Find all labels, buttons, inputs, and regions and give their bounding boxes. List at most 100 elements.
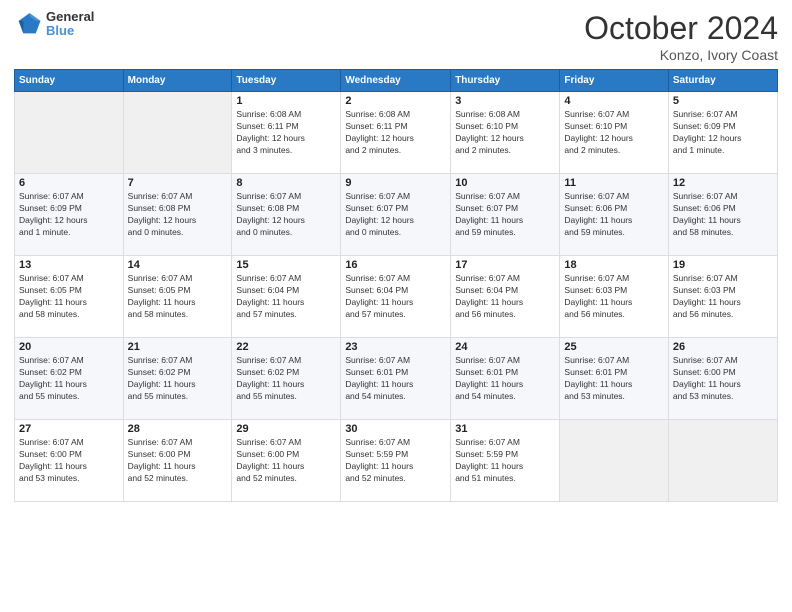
day-number: 11: [564, 177, 663, 189]
logo-text: General Blue: [46, 10, 94, 39]
header-day-monday: Monday: [123, 70, 232, 92]
calendar-cell: 1 Sunrise: 6:08 AMSunset: 6:11 PMDaylight…: [232, 92, 341, 174]
location: Konzo, Ivory Coast: [584, 47, 778, 63]
cell-info: Sunrise: 6:07 AMSunset: 6:00 PMDaylight:…: [236, 437, 336, 485]
day-number: 13: [19, 259, 119, 271]
calendar-table: SundayMondayTuesdayWednesdayThursdayFrid…: [14, 69, 778, 502]
header-day-thursday: Thursday: [451, 70, 560, 92]
day-number: 12: [673, 177, 773, 189]
cell-info: Sunrise: 6:08 AMSunset: 6:11 PMDaylight:…: [236, 109, 336, 157]
calendar-cell: 11 Sunrise: 6:07 AMSunset: 6:06 PMDayligh…: [560, 174, 668, 256]
calendar-cell: 3 Sunrise: 6:08 AMSunset: 6:10 PMDaylight…: [451, 92, 560, 174]
cell-info: Sunrise: 6:07 AMSunset: 5:59 PMDaylight:…: [455, 437, 555, 485]
calendar-cell: 24Sunrise: 6:07 AMSunset: 6:01 PMDayligh…: [451, 338, 560, 420]
day-number: 9: [345, 177, 446, 189]
cell-info: Sunrise: 6:07 AMSunset: 6:10 PMDaylight:…: [564, 109, 663, 157]
calendar-cell: [668, 420, 777, 502]
cell-info: Sunrise: 6:07 AMSunset: 5:59 PMDaylight:…: [345, 437, 446, 485]
cell-info: Sunrise: 6:07 AMSunset: 6:02 PMDaylight:…: [236, 355, 336, 403]
day-number: 8: [236, 177, 336, 189]
cell-info: Sunrise: 6:07 AMSunset: 6:02 PMDaylight:…: [128, 355, 228, 403]
day-number: 27: [19, 423, 119, 435]
day-number: 26: [673, 341, 773, 353]
day-number: 2: [345, 95, 446, 107]
day-number: 14: [128, 259, 228, 271]
week-row-2: 13 Sunrise: 6:07 AMSunset: 6:05 PMDayligh…: [15, 256, 778, 338]
calendar-body: 1 Sunrise: 6:08 AMSunset: 6:11 PMDaylight…: [15, 92, 778, 502]
calendar-cell: 20 Sunrise: 6:07 AMSunset: 6:02 PMDayligh…: [15, 338, 124, 420]
calendar-cell: 2 Sunrise: 6:08 AMSunset: 6:11 PMDaylight…: [341, 92, 451, 174]
calendar-cell: 22Sunrise: 6:07 AMSunset: 6:02 PMDayligh…: [232, 338, 341, 420]
calendar-cell: 29Sunrise: 6:07 AMSunset: 6:00 PMDayligh…: [232, 420, 341, 502]
calendar-cell: 18Sunrise: 6:07 AMSunset: 6:03 PMDayligh…: [560, 256, 668, 338]
calendar-cell: [123, 92, 232, 174]
cell-info: Sunrise: 6:07 AMSunset: 6:02 PMDaylight:…: [19, 355, 119, 403]
day-number: 23: [345, 341, 446, 353]
header-day-sunday: Sunday: [15, 70, 124, 92]
week-row-3: 20 Sunrise: 6:07 AMSunset: 6:02 PMDayligh…: [15, 338, 778, 420]
cell-info: Sunrise: 6:07 AMSunset: 6:09 PMDaylight:…: [19, 191, 119, 239]
day-number: 1: [236, 95, 336, 107]
calendar-header: SundayMondayTuesdayWednesdayThursdayFrid…: [15, 70, 778, 92]
day-number: 4: [564, 95, 663, 107]
cell-info: Sunrise: 6:07 AMSunset: 6:05 PMDaylight:…: [128, 273, 228, 321]
cell-info: Sunrise: 6:07 AMSunset: 6:07 PMDaylight:…: [455, 191, 555, 239]
calendar-cell: 15 Sunrise: 6:07 AMSunset: 6:04 PMDayligh…: [232, 256, 341, 338]
calendar-cell: 4 Sunrise: 6:07 AMSunset: 6:10 PMDaylight…: [560, 92, 668, 174]
day-number: 7: [128, 177, 228, 189]
cell-info: Sunrise: 6:08 AMSunset: 6:10 PMDaylight:…: [455, 109, 555, 157]
week-row-1: 6Sunrise: 6:07 AMSunset: 6:09 PMDaylight…: [15, 174, 778, 256]
header-row: SundayMondayTuesdayWednesdayThursdayFrid…: [15, 70, 778, 92]
cell-info: Sunrise: 6:07 AMSunset: 6:00 PMDaylight:…: [673, 355, 773, 403]
week-row-4: 27 Sunrise: 6:07 AMSunset: 6:00 PMDayligh…: [15, 420, 778, 502]
cell-info: Sunrise: 6:07 AMSunset: 6:01 PMDaylight:…: [345, 355, 446, 403]
cell-info: Sunrise: 6:07 AMSunset: 6:07 PMDaylight:…: [345, 191, 446, 239]
calendar-cell: 26 Sunrise: 6:07 AMSunset: 6:00 PMDayligh…: [668, 338, 777, 420]
calendar-cell: 10 Sunrise: 6:07 AMSunset: 6:07 PMDayligh…: [451, 174, 560, 256]
calendar-cell: 28Sunrise: 6:07 AMSunset: 6:00 PMDayligh…: [123, 420, 232, 502]
cell-info: Sunrise: 6:07 AMSunset: 6:08 PMDaylight:…: [236, 191, 336, 239]
calendar-cell: 5 Sunrise: 6:07 AMSunset: 6:09 PMDaylight…: [668, 92, 777, 174]
logo-line1: General: [46, 10, 94, 24]
day-number: 3: [455, 95, 555, 107]
calendar-cell: 30 Sunrise: 6:07 AMSunset: 5:59 PMDayligh…: [341, 420, 451, 502]
calendar-cell: 9 Sunrise: 6:07 AMSunset: 6:07 PMDaylight…: [341, 174, 451, 256]
day-number: 31: [455, 423, 555, 435]
header-day-wednesday: Wednesday: [341, 70, 451, 92]
calendar-cell: 21 Sunrise: 6:07 AMSunset: 6:02 PMDayligh…: [123, 338, 232, 420]
calendar-cell: 25Sunrise: 6:07 AMSunset: 6:01 PMDayligh…: [560, 338, 668, 420]
logo-line2: Blue: [46, 24, 94, 38]
day-number: 21: [128, 341, 228, 353]
cell-info: Sunrise: 6:08 AMSunset: 6:11 PMDaylight:…: [345, 109, 446, 157]
cell-info: Sunrise: 6:07 AMSunset: 6:09 PMDaylight:…: [673, 109, 773, 157]
day-number: 30: [345, 423, 446, 435]
calendar-cell: 6Sunrise: 6:07 AMSunset: 6:09 PMDaylight…: [15, 174, 124, 256]
calendar-cell: 31 Sunrise: 6:07 AMSunset: 5:59 PMDayligh…: [451, 420, 560, 502]
cell-info: Sunrise: 6:07 AMSunset: 6:01 PMDaylight:…: [455, 355, 555, 403]
logo-icon: [14, 10, 42, 38]
cell-info: Sunrise: 6:07 AMSunset: 6:03 PMDaylight:…: [564, 273, 663, 321]
calendar-cell: [560, 420, 668, 502]
header-day-saturday: Saturday: [668, 70, 777, 92]
cell-info: Sunrise: 6:07 AMSunset: 6:04 PMDaylight:…: [236, 273, 336, 321]
page: General Blue October 2024 Konzo, Ivory C…: [0, 0, 792, 612]
calendar-cell: 12 Sunrise: 6:07 AMSunset: 6:06 PMDayligh…: [668, 174, 777, 256]
header: General Blue October 2024 Konzo, Ivory C…: [14, 10, 778, 63]
cell-info: Sunrise: 6:07 AMSunset: 6:00 PMDaylight:…: [19, 437, 119, 485]
title-block: October 2024 Konzo, Ivory Coast: [584, 10, 778, 63]
day-number: 17: [455, 259, 555, 271]
cell-info: Sunrise: 6:07 AMSunset: 6:05 PMDaylight:…: [19, 273, 119, 321]
day-number: 25: [564, 341, 663, 353]
calendar-cell: 19Sunrise: 6:07 AMSunset: 6:03 PMDayligh…: [668, 256, 777, 338]
cell-info: Sunrise: 6:07 AMSunset: 6:06 PMDaylight:…: [564, 191, 663, 239]
day-number: 20: [19, 341, 119, 353]
day-number: 5: [673, 95, 773, 107]
day-number: 10: [455, 177, 555, 189]
cell-info: Sunrise: 6:07 AMSunset: 6:06 PMDaylight:…: [673, 191, 773, 239]
cell-info: Sunrise: 6:07 AMSunset: 6:04 PMDaylight:…: [455, 273, 555, 321]
calendar-cell: 13 Sunrise: 6:07 AMSunset: 6:05 PMDayligh…: [15, 256, 124, 338]
calendar-cell: [15, 92, 124, 174]
calendar-cell: 14 Sunrise: 6:07 AMSunset: 6:05 PMDayligh…: [123, 256, 232, 338]
day-number: 15: [236, 259, 336, 271]
day-number: 28: [128, 423, 228, 435]
